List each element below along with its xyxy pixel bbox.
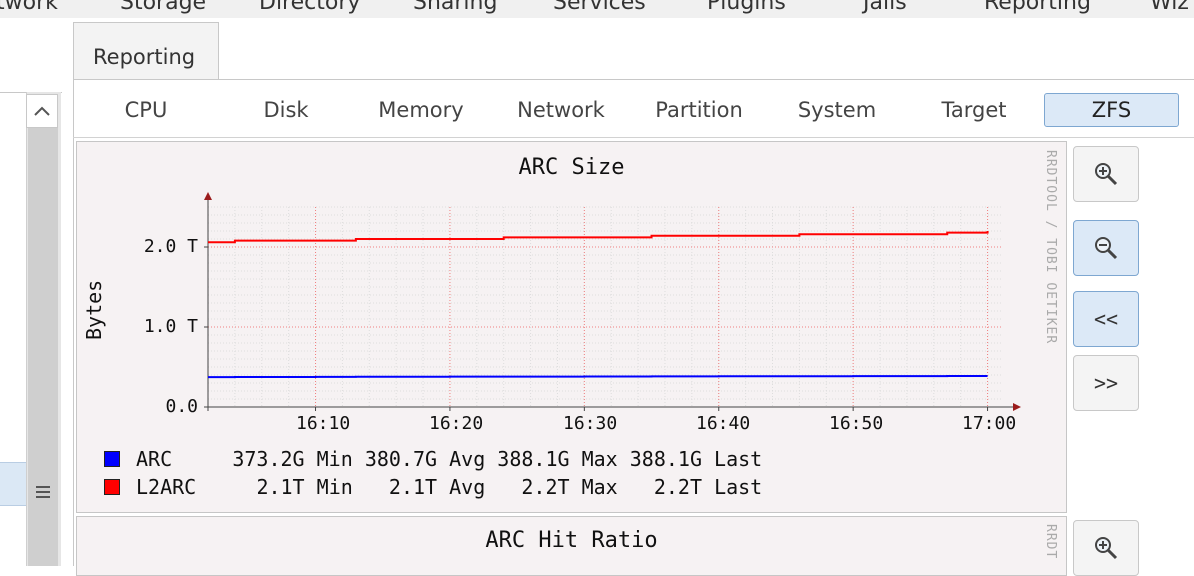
y-axis-label: Bytes [82,279,106,340]
x-tick-2: 16:30 [563,413,618,434]
arc-hit-ratio-graph: ARC Hit Ratio [76,516,1067,576]
y-tick-0: 0.0 [165,396,198,417]
zoom-in-icon [1095,537,1118,560]
legend-name: L2ARC [136,475,197,499]
nav-item-sharing[interactable]: Sharing [413,0,497,15]
nav-item-services[interactable]: Services [553,0,646,15]
forward-button[interactable]: >> [1073,355,1139,411]
legend-row-arc: ARC 373.2G Min 380.7G Avg 388.1G Max 388… [104,447,762,471]
subtab-system[interactable]: System [786,93,888,127]
nav-item-reporting[interactable]: Reporting [984,0,1091,15]
subtab-zfs[interactable]: ZFS [1044,93,1179,127]
zoom-out-icon [1095,237,1118,260]
zoom-in-button-2[interactable] [1073,520,1139,576]
subtab-cpu[interactable]: CPU [104,93,188,127]
zoom-out-button[interactable] [1073,220,1139,276]
nav-item-directory[interactable]: Directory [259,0,360,15]
nav-item-network[interactable]: twork [0,0,58,15]
rrdtool-watermark: RRDT [1043,524,1058,560]
arc-size-plot [204,192,1021,411]
x-tick-5: 17:00 [962,413,1017,434]
x-axis-arrow [1013,403,1021,411]
y-axis-arrow [204,192,212,200]
nav-item-wizard[interactable]: Wiz [1150,0,1189,15]
nav-item-storage[interactable]: Storage [120,0,206,15]
x-tick-0: 16:10 [296,413,351,434]
x-tick-1: 16:20 [429,413,484,434]
tab-reporting[interactable]: Reporting [73,22,219,79]
subtab-disk[interactable]: Disk [244,93,328,127]
subtab-memory[interactable]: Memory [366,93,476,127]
graph-title: ARC Hit Ratio [485,528,658,553]
l2arc-color-swatch [104,479,120,495]
subtab-partition[interactable]: Partition [643,93,755,127]
y-tick-1: 1.0 T [143,316,198,337]
legend-row-l2arc: L2ARC 2.1T Min 2.1T Avg 2.2T Max 2.2T La… [104,475,762,499]
x-tick-3: 16:40 [696,413,751,434]
y-tick-2: 2.0 T [143,236,198,257]
selected-tree-item[interactable] [0,462,26,506]
rrdtool-watermark: RRDTOOL / TOBI OETIKER [1043,150,1058,345]
zoom-in-button[interactable] [1073,146,1139,202]
subtab-divider [73,137,1194,138]
nav-item-plugins[interactable]: Plugins [707,0,786,15]
subtab-target[interactable]: Target [929,93,1019,127]
grip-icon[interactable] [36,486,50,502]
scroll-up-button[interactable] [26,94,58,128]
back-button[interactable]: << [1073,291,1139,347]
chevron-up-icon [34,106,50,116]
graph-title: ARC Size [518,155,625,180]
top-nav: twork Storage Directory Sharing Services… [0,0,1194,18]
subtab-network[interactable]: Network [505,93,617,127]
legend-name: ARC [136,447,173,471]
tab-content-border [73,79,1194,80]
nav-item-jails[interactable]: Jails [863,0,907,15]
zoom-in-icon [1095,163,1118,186]
x-tick-4: 16:50 [829,413,884,434]
arc-color-swatch [104,451,120,467]
series-arc-line [208,374,988,379]
content-left-border [73,79,74,566]
series-l2arc-line [208,231,989,244]
